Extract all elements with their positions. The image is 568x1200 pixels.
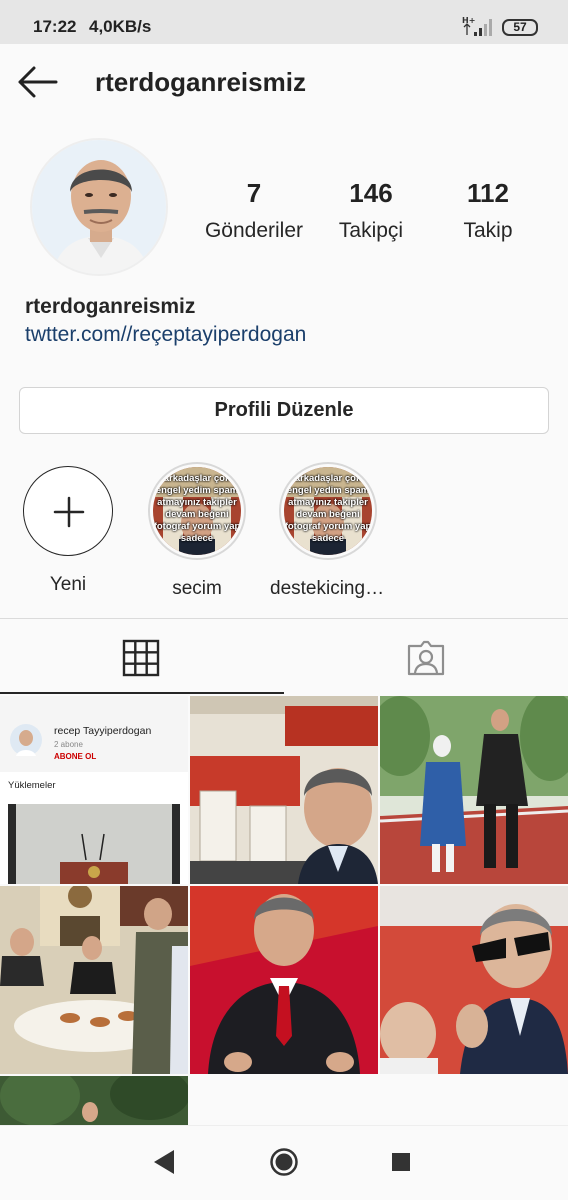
avatar-photo — [32, 140, 166, 274]
highlight-cover: arkadaşlar çok engel yedim spam atmayını… — [284, 467, 372, 555]
bio-link[interactable]: twtter.com//reçeptayiperdogan — [25, 323, 306, 347]
highlight-ring: arkadaşlar çok engel yedim spam atmayını… — [279, 462, 377, 560]
triangle-back-icon[interactable] — [152, 1148, 176, 1176]
new-highlight-circle[interactable] — [23, 466, 113, 556]
grid-icon — [122, 639, 160, 677]
post-image — [380, 886, 568, 1074]
edit-profile-button[interactable]: Profili Düzenle — [19, 387, 549, 434]
following-count: 112 — [467, 178, 509, 208]
battery-indicator: 57 — [502, 19, 538, 36]
followers-label: Takipçi — [338, 219, 404, 242]
tab-grid[interactable] — [0, 619, 284, 694]
post-image — [190, 696, 378, 884]
status-bar: 17:22 4,0KB/s H+ 57 — [0, 0, 568, 44]
bio-name: rterdoganreismiz — [25, 295, 196, 318]
post-image — [0, 886, 188, 1074]
signal-icon: H+ — [462, 16, 492, 36]
highlight-cover-text: arkadaşlar çok engel yedim spam atmayını… — [153, 473, 241, 544]
highlight-cover: arkadaşlar çok engel yedim spam atmayını… — [153, 467, 241, 555]
channel-subs: 2 abone — [54, 740, 83, 749]
highlight-cover-text: arkadaşlar çok engel yedim spam atmayını… — [284, 473, 372, 544]
posts-stat[interactable]: 7 Gönderiler — [200, 178, 308, 243]
subscribe-label: ABONE OL — [54, 752, 97, 761]
followers-stat[interactable]: 146 Takipçi — [330, 178, 412, 243]
highlight-label: secim — [172, 578, 222, 599]
profile-avatar[interactable] — [30, 138, 168, 276]
post-image — [380, 696, 568, 884]
tab-tagged[interactable] — [284, 619, 568, 694]
square-recent-icon[interactable] — [390, 1151, 412, 1173]
highlight-ring: arkadaşlar çok engel yedim spam atmayını… — [148, 462, 246, 560]
highlight-label: destekicingt… — [270, 578, 386, 599]
grid-post[interactable] — [190, 696, 378, 884]
grid-post[interactable] — [0, 886, 188, 1074]
tagged-person-icon — [407, 640, 445, 676]
following-label: Takip — [463, 219, 513, 242]
video-thumbnail — [8, 804, 180, 884]
grid-post[interactable] — [380, 886, 568, 1074]
grid-post[interactable] — [0, 1076, 188, 1126]
circle-home-icon[interactable] — [269, 1147, 299, 1177]
grid-post[interactable]: recep Tayyiperdogan 2 abone ABONE OL Yük… — [0, 696, 188, 884]
highlight-new[interactable]: Yeni — [13, 466, 123, 596]
status-time: 17:22 — [33, 17, 77, 36]
back-arrow-icon[interactable] — [16, 62, 60, 102]
posts-count: 7 — [246, 178, 262, 208]
header-username: rterdoganreismiz — [95, 67, 306, 97]
channel-avatar — [10, 724, 42, 756]
grid-post[interactable] — [190, 886, 378, 1074]
followers-count: 146 — [349, 178, 393, 208]
posts-label: Gönderiler — [204, 219, 304, 242]
following-stat[interactable]: 112 Takip — [450, 178, 526, 243]
network-type-label: H+ — [462, 16, 475, 25]
post-image — [0, 1076, 188, 1126]
highlight-secim[interactable]: arkadaşlar çok engel yedim spam atmayını… — [142, 462, 252, 600]
highlight-label: Yeni — [49, 574, 87, 595]
plus-icon — [53, 496, 85, 528]
status-network-speed: 4,0KB/s — [89, 17, 152, 36]
channel-name: recep Tayyiperdogan — [54, 725, 152, 737]
highlight-destekicin[interactable]: arkadaşlar çok engel yedim spam atmayını… — [270, 462, 386, 600]
profile-header: rterdoganreismiz — [0, 44, 568, 120]
uploads-label: Yüklemeler — [8, 780, 56, 791]
post-image — [190, 886, 378, 1074]
grid-post[interactable] — [380, 696, 568, 884]
android-nav-bar — [0, 1125, 568, 1200]
